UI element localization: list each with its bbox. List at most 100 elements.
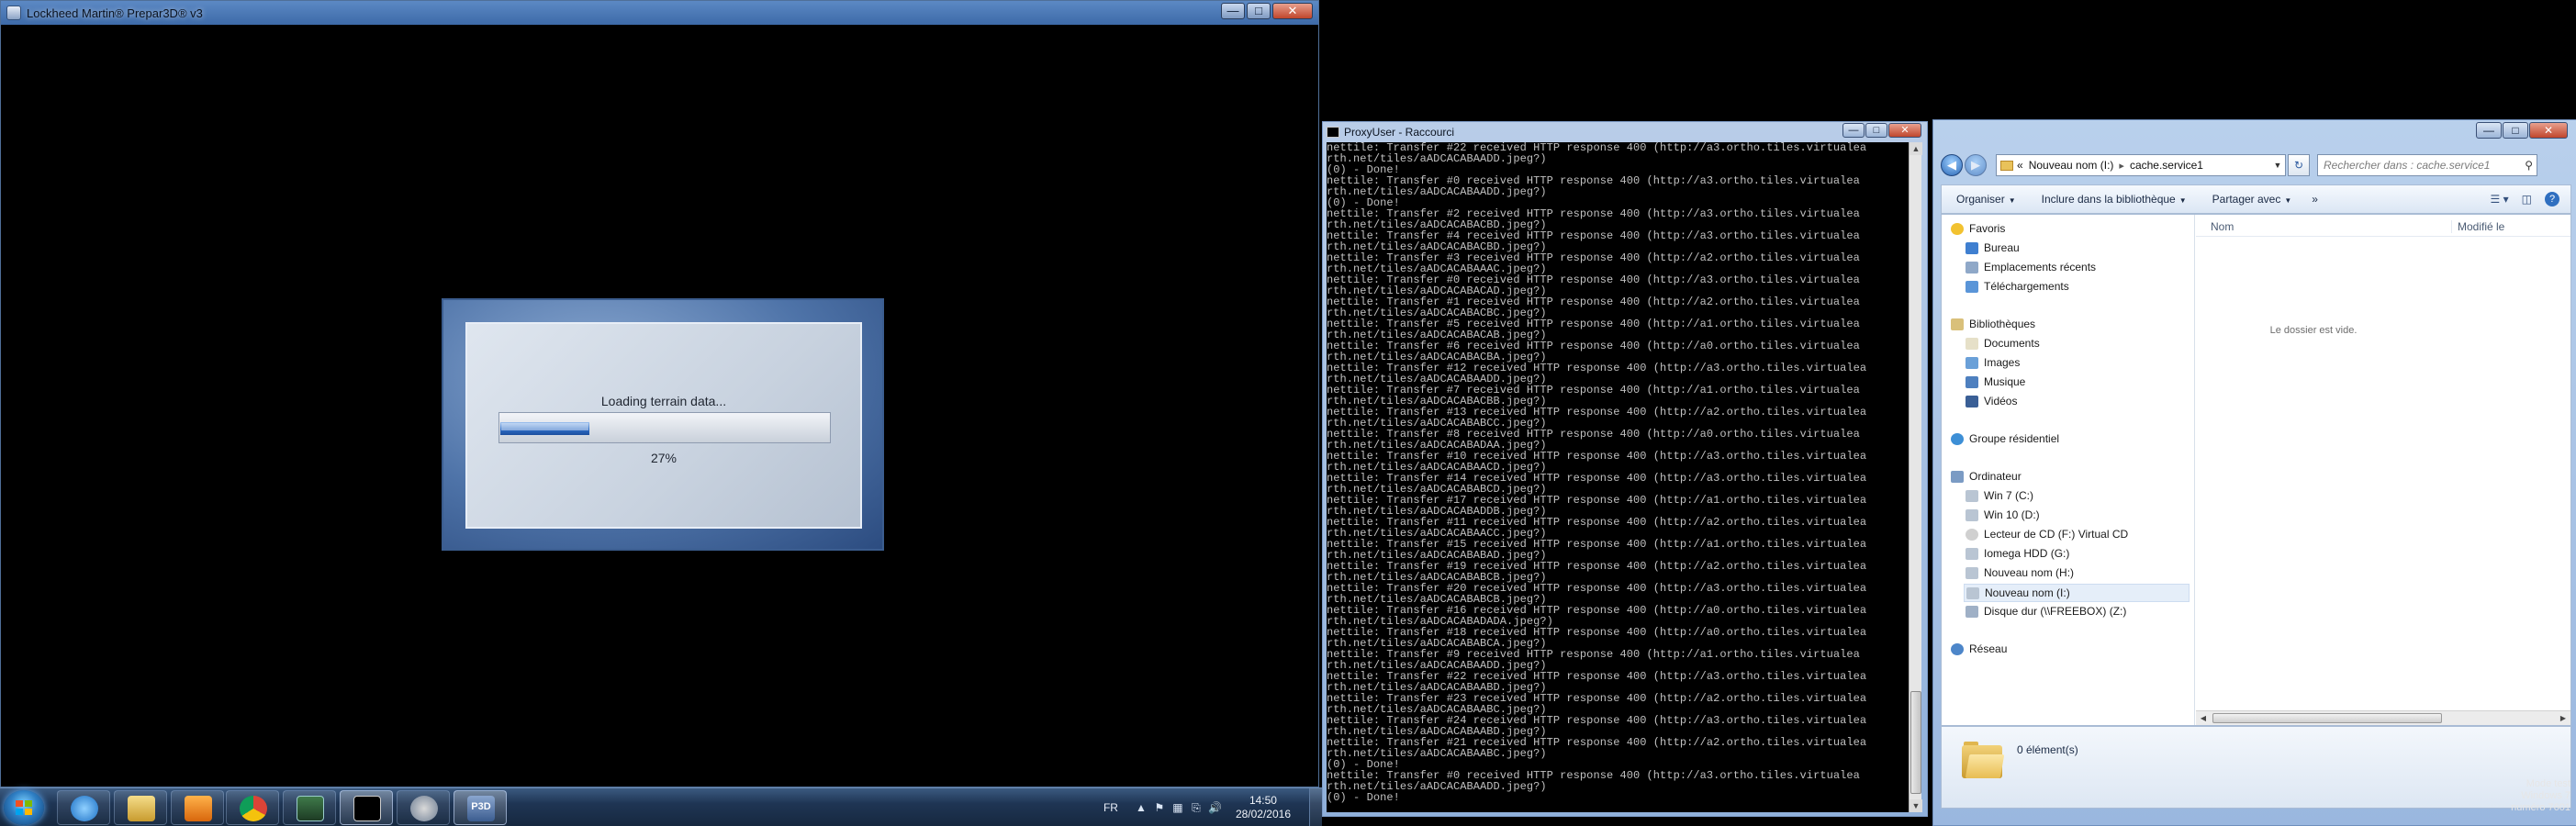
console-maximize-button[interactable]: □ <box>1865 123 1887 138</box>
nav-documents[interactable]: Documents <box>1966 337 2040 350</box>
breadcrumb-separator-icon[interactable]: ▸ <box>2119 160 2124 172</box>
nav-videos[interactable]: Vidéos <box>1966 395 2017 407</box>
console-window: ProxyUser - Raccourci — □ ✕ nettile: Tra… <box>1322 121 1928 817</box>
include-in-library-menu[interactable]: Inclure dans la bibliothèque ▼ <box>2042 193 2187 206</box>
breadcrumb-folder[interactable]: cache.service1 <box>2130 159 2203 172</box>
scroll-thumb[interactable] <box>1910 691 1921 794</box>
empty-folder-message: Le dossier est vide. <box>2269 325 2358 336</box>
taskbar-flight-tool[interactable] <box>397 790 450 825</box>
view-options-icon[interactable]: ☰ ▾ <box>2491 193 2509 206</box>
simulator-viewport[interactable]: Loading terrain data... 27% <box>8 25 1311 779</box>
nav-drive-g[interactable]: Iomega HDD (G:) <box>1966 547 2069 560</box>
volume-icon[interactable]: 🔊 <box>1208 801 1222 814</box>
network-icon[interactable]: ▦ <box>1171 801 1184 814</box>
close-button[interactable]: ✕ <box>1272 3 1313 19</box>
nav-drive-f[interactable]: Lecteur de CD (F:) Virtual CD <box>1966 528 2128 541</box>
prepar3d-app-icon[interactable] <box>6 6 21 20</box>
watermark-line-1: Mode test <box>2526 778 2570 789</box>
nav-downloads[interactable]: Téléchargements <box>1966 280 2069 293</box>
computer-icon <box>1951 470 1964 483</box>
chevron-down-icon[interactable]: ▼ <box>2270 161 2285 170</box>
back-button[interactable]: ◀ <box>1941 154 1963 176</box>
taskbar-internet-explorer[interactable] <box>57 790 110 825</box>
explorer-window: — □ ✕ ◀ ▶ « Nouveau nom (I:) ▸ cache.ser… <box>1932 119 2576 826</box>
nav-drive-i[interactable]: Nouveau nom (I:) <box>1964 584 2190 602</box>
horizontal-scrollbar[interactable]: ◀ ▶ <box>2196 710 2570 725</box>
drive-icon <box>1966 508 1978 521</box>
taskbar-remote-desktop[interactable] <box>283 790 336 825</box>
language-indicator[interactable]: FR <box>1103 801 1118 814</box>
usb-icon[interactable]: ⎘ <box>1190 801 1203 814</box>
more-commands-button[interactable]: » <box>2312 193 2318 206</box>
images-icon <box>1966 356 1978 369</box>
preview-pane-icon[interactable]: ◫ <box>2522 193 2532 206</box>
nav-recent-places[interactable]: Emplacements récents <box>1966 261 2096 273</box>
window-titlebar[interactable]: Lockheed Martin® Prepar3D® v3 — □ ✕ <box>1 1 1318 25</box>
scroll-right-icon[interactable]: ▶ <box>2556 711 2570 725</box>
scroll-up-icon[interactable]: ▲ <box>1910 142 1922 155</box>
nav-music[interactable]: Musique <box>1966 375 2025 388</box>
scroll-left-icon[interactable]: ◀ <box>2196 711 2211 725</box>
console-scrollbar[interactable]: ▲ ▼ <box>1909 142 1922 812</box>
explorer-maximize-button[interactable]: □ <box>2503 122 2528 139</box>
breadcrumb-drive[interactable]: Nouveau nom (I:) <box>2029 159 2114 172</box>
taskbar-file-explorer[interactable] <box>114 790 167 825</box>
nav-drive-c[interactable]: Win 7 (C:) <box>1966 489 2033 502</box>
console-line: rth.net/tiles/aADCACABAADD.jpeg?) <box>1327 780 1547 793</box>
share-with-menu[interactable]: Partager avec ▼ <box>2212 193 2292 206</box>
scroll-thumb[interactable] <box>2212 713 2442 723</box>
search-placeholder: Rechercher dans : cache.service1 <box>2324 159 2491 172</box>
start-button[interactable] <box>4 790 44 825</box>
explorer-close-button[interactable]: ✕ <box>2529 122 2568 139</box>
nav-images[interactable]: Images <box>1966 356 2020 369</box>
chevron-up-icon[interactable]: ▲ <box>1135 801 1148 814</box>
taskbar-media-player[interactable] <box>171 790 224 825</box>
cd-drive-icon <box>1966 528 1978 541</box>
folder-icon <box>128 796 155 821</box>
console-close-button[interactable]: ✕ <box>1888 123 1921 138</box>
taskbar-prepar3d[interactable]: P3D <box>454 790 507 825</box>
clock-date: 28/02/2016 <box>1235 808 1291 820</box>
nav-libraries[interactable]: Bibliothèques <box>1951 318 2035 330</box>
address-bar[interactable]: « Nouveau nom (I:) ▸ cache.service1 ▼ <box>1996 154 2286 176</box>
nav-computer[interactable]: Ordinateur <box>1951 470 2022 483</box>
refresh-button[interactable]: ↻ <box>2288 154 2310 176</box>
nav-desktop[interactable]: Bureau <box>1966 241 2020 254</box>
taskbar-chrome[interactable] <box>226 790 279 825</box>
organize-menu[interactable]: Organiser ▼ <box>1956 193 2016 206</box>
loading-dialog-inner: Loading terrain data... 27% <box>465 322 862 529</box>
explorer-minimize-button[interactable]: — <box>2476 122 2502 139</box>
taskbar-command-prompt[interactable] <box>340 790 393 825</box>
show-desktop-button[interactable] <box>1309 788 1322 826</box>
console-titlebar[interactable]: ProxyUser - Raccourci — □ ✕ <box>1323 122 1927 142</box>
forward-button[interactable]: ▶ <box>1965 154 1987 176</box>
drive-icon <box>1966 547 1978 560</box>
nav-favorites[interactable]: Favoris <box>1951 222 2005 235</box>
clock[interactable]: 14:50 28/02/2016 <box>1236 794 1291 821</box>
nav-drive-z[interactable]: Disque dur (\\FREEBOX) (Z:) <box>1966 605 2126 618</box>
minimize-button[interactable]: — <box>1221 3 1245 19</box>
console-minimize-button[interactable]: — <box>1842 123 1865 138</box>
help-icon[interactable]: ? <box>2545 192 2559 206</box>
flag-icon[interactable]: ⚑ <box>1153 801 1166 814</box>
scroll-down-icon[interactable]: ▼ <box>1910 799 1922 812</box>
nav-homegroup[interactable]: Groupe résidentiel <box>1951 432 2059 445</box>
maximize-button[interactable]: □ <box>1247 3 1271 19</box>
search-icon[interactable]: ⚲ <box>2525 159 2533 172</box>
nav-drive-d[interactable]: Win 10 (D:) <box>1966 508 2040 521</box>
homegroup-icon <box>1951 432 1964 445</box>
search-input[interactable]: Rechercher dans : cache.service1 ⚲ <box>2317 154 2537 176</box>
column-name[interactable]: Nom <box>2211 220 2234 233</box>
column-modified[interactable]: Modifié le <box>2451 220 2504 233</box>
breadcrumb-overflow[interactable]: « <box>2017 159 2023 172</box>
nav-drive-h[interactable]: Nouveau nom (H:) <box>1966 566 2074 579</box>
file-list[interactable]: Nom Modifié le Le dossier est vide. ◀ ▶ <box>2196 215 2570 725</box>
item-count: 0 élément(s) <box>2017 743 2078 756</box>
nav-network[interactable]: Réseau <box>1951 642 2007 655</box>
p3d-taskbar-label: P3D <box>471 801 491 812</box>
console-output[interactable]: nettile: Transfer #22 received HTTP resp… <box>1327 142 1910 812</box>
progress-fill <box>500 422 589 435</box>
navigation-pane[interactable]: Favoris Bureau Emplacements récents Télé… <box>1942 215 2195 725</box>
console-icon[interactable] <box>1327 127 1339 138</box>
column-headers: Nom Modifié le <box>2196 215 2570 237</box>
